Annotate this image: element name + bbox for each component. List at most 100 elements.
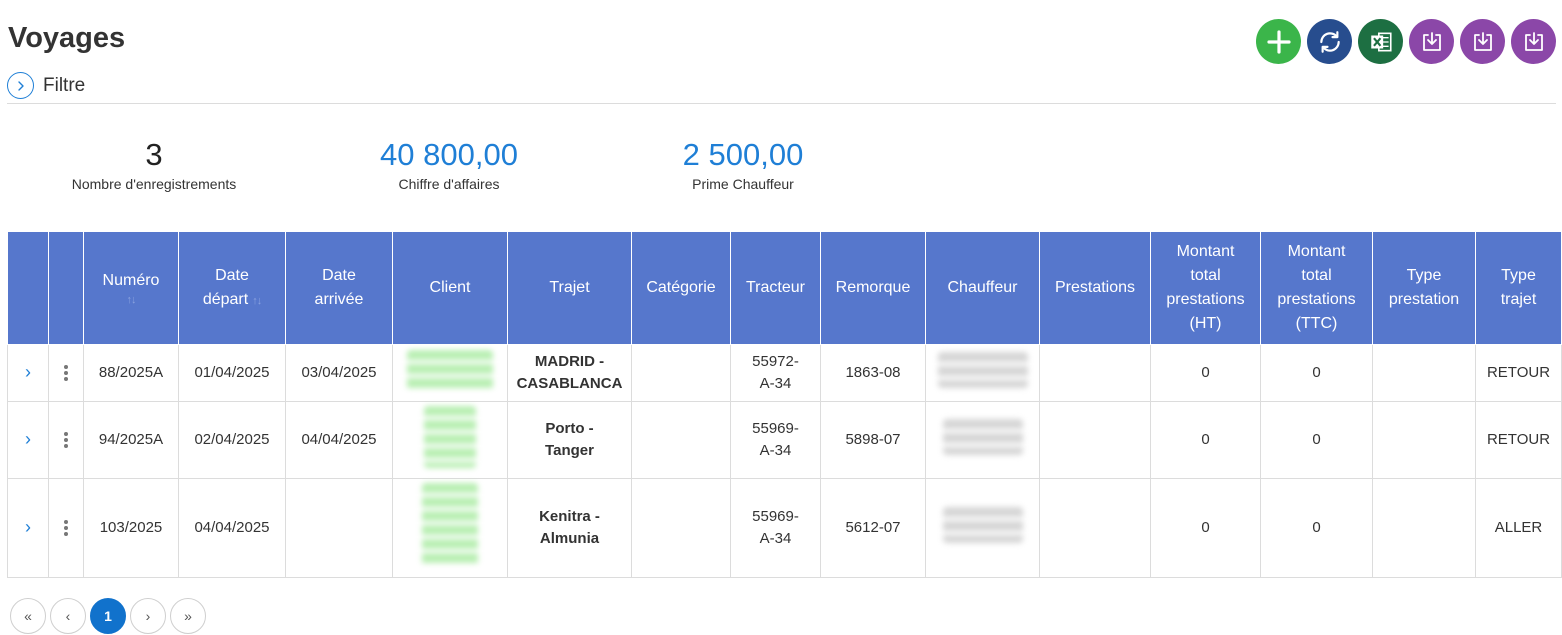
cell-type-prestation bbox=[1372, 478, 1476, 578]
previous-page-button[interactable]: ‹ bbox=[50, 598, 86, 634]
redacted-client bbox=[422, 482, 478, 567]
table-row[interactable]: › 88/2025A 01/04/2025 03/04/2025 MADRID … bbox=[7, 344, 1562, 402]
cell-type-prestation bbox=[1372, 401, 1476, 479]
cell-type-prestation bbox=[1372, 344, 1476, 402]
download-icon bbox=[1422, 31, 1441, 51]
cell-type-trajet: ALLER bbox=[1475, 478, 1562, 578]
chevron-right-icon[interactable]: › bbox=[25, 429, 31, 449]
cell-numero: 94/2025A bbox=[83, 401, 179, 479]
pagination: « ‹ 1 › » bbox=[10, 598, 206, 634]
cell-montant-ttc: 0 bbox=[1260, 401, 1373, 479]
expand-cell[interactable]: › bbox=[7, 478, 49, 578]
header-date-arrivee: Date arrivée bbox=[285, 231, 393, 345]
filter-toggle[interactable]: Filtre bbox=[7, 72, 85, 99]
cell-prestations bbox=[1039, 478, 1151, 578]
redacted-chauffeur bbox=[942, 506, 1023, 543]
stat-value: 2 500,00 bbox=[682, 137, 804, 172]
add-button[interactable] bbox=[1256, 19, 1301, 64]
more-options-icon[interactable] bbox=[64, 520, 68, 536]
stat-driver-bonus: 2 500,00 Prime Chauffeur bbox=[623, 137, 863, 192]
cell-prestations bbox=[1039, 344, 1151, 402]
header-tracteur: Tracteur bbox=[730, 231, 821, 345]
cell-trajet: Porto - Tanger bbox=[507, 401, 632, 479]
header-categorie: Catégorie bbox=[631, 231, 731, 345]
plus-icon bbox=[1266, 29, 1291, 54]
chevron-right-icon bbox=[7, 72, 34, 99]
cell-type-trajet: RETOUR bbox=[1475, 401, 1562, 479]
cell-categorie bbox=[631, 401, 731, 479]
cell-date-depart: 01/04/2025 bbox=[178, 344, 286, 402]
cell-chauffeur bbox=[925, 401, 1040, 479]
cell-date-arrivee: 03/04/2025 bbox=[285, 344, 393, 402]
redacted-chauffeur bbox=[942, 418, 1023, 455]
cell-montant-ttc: 0 bbox=[1260, 344, 1373, 402]
cell-tracteur: 55969- A-34 bbox=[730, 401, 821, 479]
header-numero[interactable]: Numéro ↑↓ bbox=[83, 231, 179, 345]
download-button-3[interactable] bbox=[1511, 19, 1556, 64]
excel-export-button[interactable] bbox=[1358, 19, 1403, 64]
cell-tracteur: 55972- A-34 bbox=[730, 344, 821, 402]
cell-montant-ht: 0 bbox=[1150, 401, 1261, 479]
actions-cell[interactable] bbox=[48, 478, 84, 578]
chevron-right-icon[interactable]: › bbox=[25, 362, 31, 382]
header-montant-ht: Montant total prestations (HT) bbox=[1150, 231, 1261, 345]
cell-prestations bbox=[1039, 401, 1151, 479]
last-page-button[interactable]: » bbox=[170, 598, 206, 634]
header-chauffeur: Chauffeur bbox=[925, 231, 1040, 345]
expand-cell[interactable]: › bbox=[7, 344, 49, 402]
download-button-1[interactable] bbox=[1409, 19, 1454, 64]
more-options-icon[interactable] bbox=[64, 365, 68, 381]
cell-date-depart: 02/04/2025 bbox=[178, 401, 286, 479]
table-row[interactable]: › 103/2025 04/04/2025 Kenitra - Almunia 5… bbox=[7, 478, 1562, 578]
cell-date-arrivee: 04/04/2025 bbox=[285, 401, 393, 479]
stat-revenue: 40 800,00 Chiffre d'affaires bbox=[329, 137, 569, 192]
header-date-depart[interactable]: Date départ ↑↓ bbox=[178, 231, 286, 345]
cell-montant-ht: 0 bbox=[1150, 478, 1261, 578]
chevron-right-icon[interactable]: › bbox=[25, 517, 31, 537]
table-header-row: Numéro ↑↓ Date départ ↑↓ Date arrivée Client… bbox=[7, 231, 1562, 345]
cell-montant-ht: 0 bbox=[1150, 344, 1261, 402]
refresh-button[interactable] bbox=[1307, 19, 1352, 64]
expand-cell[interactable]: › bbox=[7, 401, 49, 479]
table-row[interactable]: › 94/2025A 02/04/2025 04/04/2025 Porto -… bbox=[7, 401, 1562, 479]
actions-cell[interactable] bbox=[48, 401, 84, 479]
cell-tracteur: 55969- A-34 bbox=[730, 478, 821, 578]
stat-record-count: 3 Nombre d'enregistrements bbox=[34, 137, 274, 192]
cell-client bbox=[392, 401, 508, 479]
sort-icon[interactable]: ↑↓ bbox=[252, 295, 262, 307]
voyages-table: Numéro ↑↓ Date départ ↑↓ Date arrivée Client… bbox=[7, 231, 1562, 578]
stat-value: 40 800,00 bbox=[380, 137, 518, 172]
page-button-current[interactable]: 1 bbox=[90, 598, 126, 634]
actions-cell[interactable] bbox=[48, 344, 84, 402]
download-icon bbox=[1473, 31, 1492, 51]
download-button-2[interactable] bbox=[1460, 19, 1505, 64]
header-trajet: Trajet bbox=[507, 231, 632, 345]
cell-montant-ttc: 0 bbox=[1260, 478, 1373, 578]
cell-client bbox=[392, 344, 508, 402]
header-prestations: Prestations bbox=[1039, 231, 1151, 345]
next-page-button[interactable]: › bbox=[130, 598, 166, 634]
stat-label: Chiffre d'affaires bbox=[398, 176, 500, 192]
cell-date-arrivee bbox=[285, 478, 393, 578]
filter-label: Filtre bbox=[43, 74, 86, 96]
download-icon bbox=[1524, 31, 1543, 51]
cell-numero: 103/2025 bbox=[83, 478, 179, 578]
stat-label: Nombre d'enregistrements bbox=[71, 176, 237, 192]
header-actions bbox=[48, 231, 84, 345]
cell-categorie bbox=[631, 344, 731, 402]
sort-icon[interactable]: ↑↓ bbox=[90, 293, 172, 307]
header-montant-ttc: Montant total prestations (TTC) bbox=[1260, 231, 1373, 345]
refresh-icon bbox=[1319, 30, 1340, 53]
cell-remorque: 5612-07 bbox=[820, 478, 926, 578]
redacted-client bbox=[424, 405, 476, 468]
cell-remorque: 5898-07 bbox=[820, 401, 926, 479]
redacted-chauffeur bbox=[937, 351, 1028, 388]
stat-value: 3 bbox=[145, 137, 163, 172]
header-remorque: Remorque bbox=[820, 231, 926, 345]
first-page-button[interactable]: « bbox=[10, 598, 46, 634]
cell-chauffeur bbox=[925, 344, 1040, 402]
excel-icon bbox=[1370, 32, 1392, 51]
more-options-icon[interactable] bbox=[64, 432, 68, 448]
cell-categorie bbox=[631, 478, 731, 578]
cell-trajet: MADRID - CASABLANCA bbox=[507, 344, 632, 402]
